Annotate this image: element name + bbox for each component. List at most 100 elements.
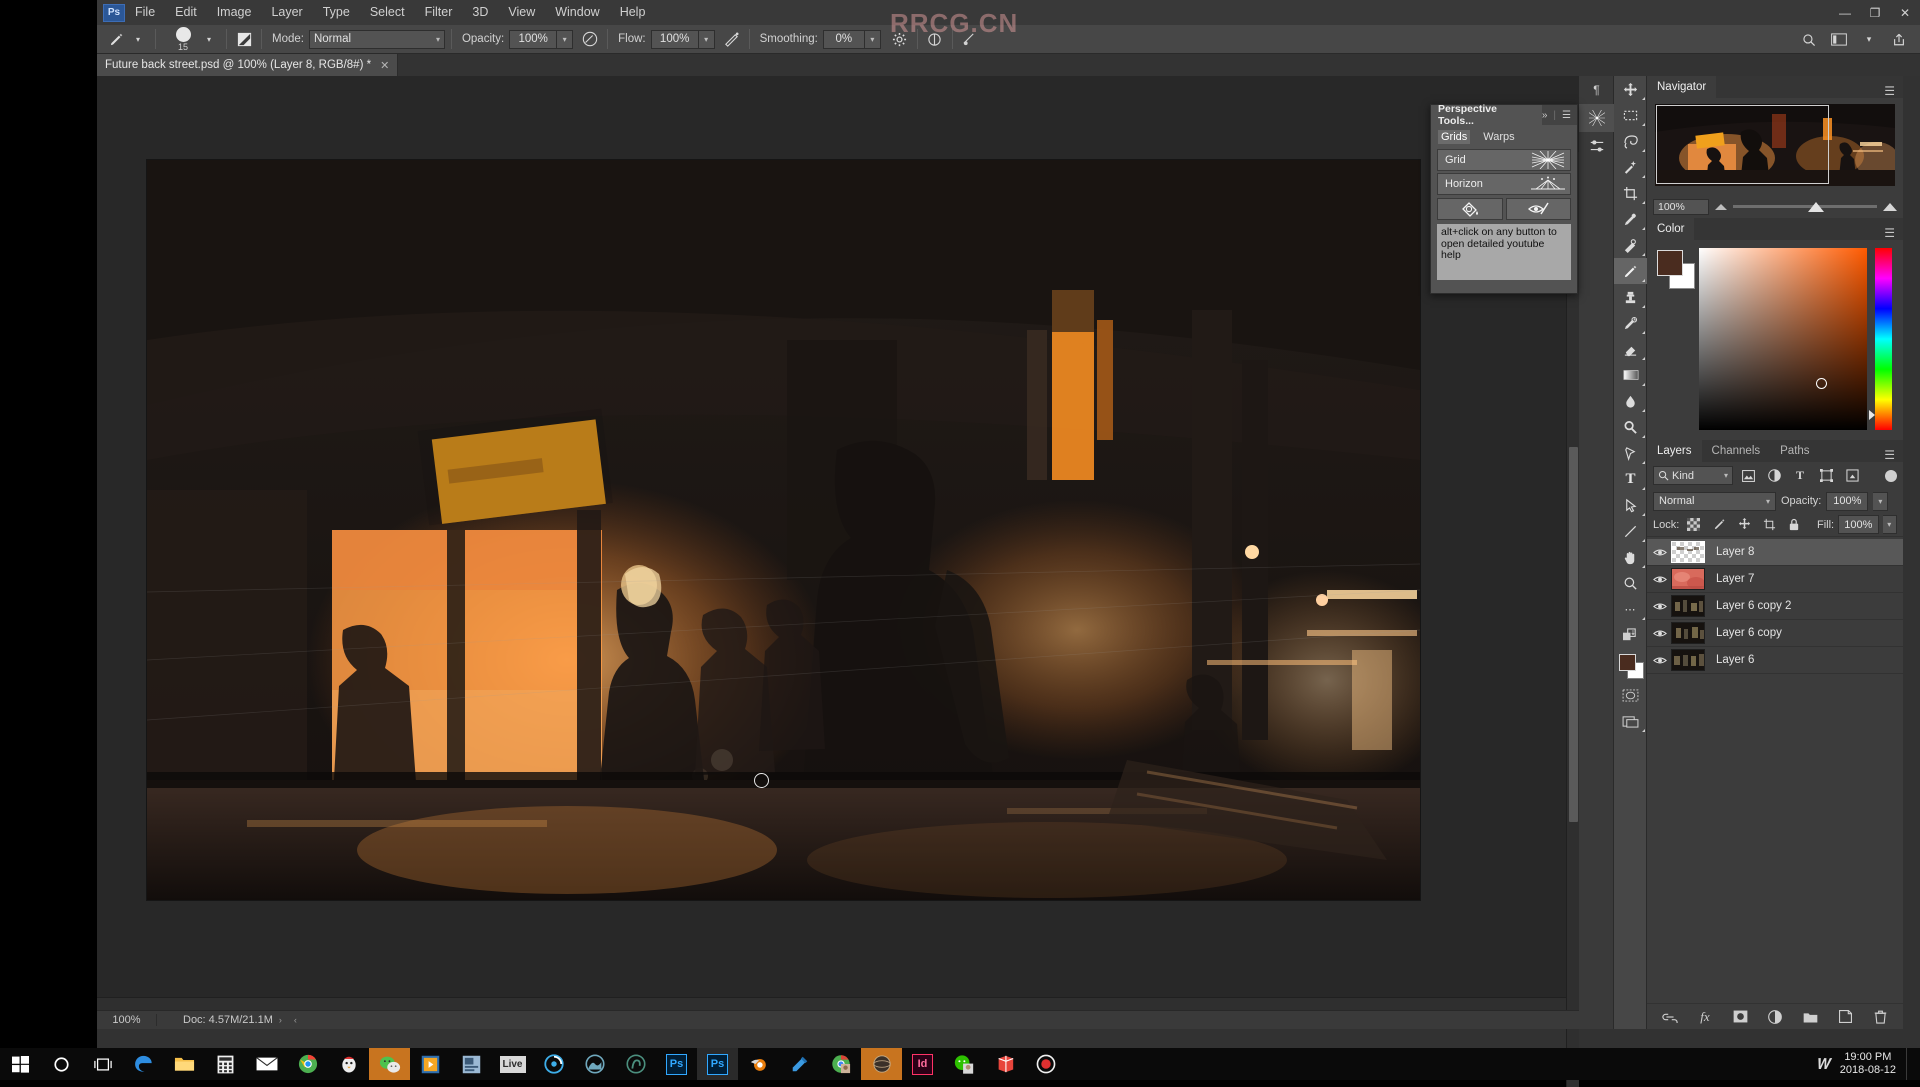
chrome-profile-icon[interactable] bbox=[820, 1048, 861, 1080]
start-button[interactable] bbox=[0, 1048, 41, 1080]
screen-capture-icon[interactable] bbox=[451, 1048, 492, 1080]
edge-browser-icon[interactable] bbox=[123, 1048, 164, 1080]
airbrush-toggle-icon[interactable] bbox=[721, 28, 743, 50]
crop-tool[interactable] bbox=[1614, 180, 1647, 206]
delete-layer-icon[interactable] bbox=[1871, 1008, 1889, 1026]
layer-mask-icon[interactable] bbox=[1731, 1008, 1749, 1026]
lock-position-icon[interactable] bbox=[1734, 515, 1755, 534]
perspective-tab-grids[interactable]: Grids bbox=[1438, 130, 1470, 144]
pen-tool[interactable] bbox=[1614, 440, 1647, 466]
close-button[interactable]: ✕ bbox=[1890, 0, 1920, 25]
eye-slash-perspective-icon[interactable] bbox=[1506, 198, 1572, 220]
status-zoom-level[interactable]: 100% bbox=[97, 1014, 157, 1026]
edit-toolbar-ellipsis-icon[interactable]: ⋯ bbox=[1614, 596, 1647, 622]
zoom-in-icon[interactable] bbox=[1883, 203, 1897, 211]
layer-visibility-icon[interactable] bbox=[1649, 547, 1671, 558]
eraser-tool[interactable] bbox=[1614, 336, 1647, 362]
perspective-horizon-row[interactable]: Horizon bbox=[1437, 173, 1571, 195]
media-player-icon[interactable] bbox=[410, 1048, 451, 1080]
qq-icon[interactable] bbox=[328, 1048, 369, 1080]
zoom-out-icon[interactable] bbox=[1715, 204, 1727, 210]
line-shape-tool[interactable] bbox=[1614, 518, 1647, 544]
status-next-icon[interactable]: › bbox=[273, 1015, 288, 1025]
hamburger-menu-icon[interactable]: ☰ bbox=[1562, 110, 1571, 121]
calculator-icon[interactable] bbox=[205, 1048, 246, 1080]
wechat-icon[interactable] bbox=[369, 1048, 410, 1080]
hand-tool[interactable] bbox=[1614, 544, 1647, 570]
layer-opacity-caret-icon[interactable]: ▾ bbox=[1873, 492, 1888, 511]
layer-fill-caret-icon[interactable]: ▾ bbox=[1883, 515, 1897, 534]
adjustment-layer-icon[interactable] bbox=[1766, 1008, 1784, 1026]
file-explorer-icon[interactable] bbox=[164, 1048, 205, 1080]
smoothing-input[interactable]: 0% bbox=[823, 30, 865, 49]
lasso-tool[interactable] bbox=[1614, 128, 1647, 154]
foreground-color-swatch[interactable] bbox=[1657, 250, 1683, 276]
table-row[interactable]: Layer 6 bbox=[1647, 647, 1903, 674]
table-row[interactable]: Layer 8 bbox=[1647, 539, 1903, 566]
lock-all-icon[interactable] bbox=[1784, 515, 1805, 534]
foreground-color-swatch[interactable] bbox=[1619, 654, 1636, 671]
marquee-tool[interactable] bbox=[1614, 102, 1647, 128]
layer-visibility-icon[interactable] bbox=[1649, 628, 1671, 639]
layer-name[interactable]: Layer 8 bbox=[1708, 546, 1754, 558]
filter-smart-objects-icon[interactable] bbox=[1841, 466, 1863, 485]
opacity-caret-icon[interactable]: ▾ bbox=[557, 30, 573, 49]
healing-brush-tool[interactable] bbox=[1614, 232, 1647, 258]
fx-icon[interactable]: fx bbox=[1696, 1008, 1714, 1026]
layer-name[interactable]: Layer 6 bbox=[1708, 654, 1754, 666]
navigator-thumbnail[interactable] bbox=[1655, 104, 1895, 186]
brush-size-preview[interactable]: 15 bbox=[168, 27, 198, 52]
layer-blend-mode-select[interactable]: Normal ▾ bbox=[1653, 492, 1776, 511]
wechat-pc-icon[interactable] bbox=[943, 1048, 984, 1080]
menu-3d[interactable]: 3D bbox=[462, 0, 498, 25]
scrollbar-thumb[interactable] bbox=[1569, 447, 1578, 822]
brush-settings-caret-icon[interactable]: ▾ bbox=[198, 28, 220, 50]
perspective-tab-warps[interactable]: Warps bbox=[1480, 130, 1517, 144]
perspective-grid-row[interactable]: Grid bbox=[1437, 149, 1571, 171]
tablet-pressure-size-icon[interactable] bbox=[959, 28, 981, 50]
minimize-button[interactable]: — bbox=[1830, 0, 1860, 25]
new-layer-icon[interactable] bbox=[1836, 1008, 1854, 1026]
menu-select[interactable]: Select bbox=[360, 0, 415, 25]
lock-artboard-nesting-icon[interactable] bbox=[1759, 515, 1780, 534]
task-view-icon[interactable] bbox=[82, 1048, 123, 1080]
flow-input[interactable]: 100% bbox=[651, 30, 699, 49]
menu-help[interactable]: Help bbox=[610, 0, 656, 25]
quick-mask-swap-icon[interactable] bbox=[1614, 622, 1647, 648]
tab-color[interactable]: Color bbox=[1647, 218, 1694, 240]
close-icon[interactable]: ✕ bbox=[380, 59, 389, 72]
perspective-panel-tab[interactable]: Perspective Tools... bbox=[1431, 105, 1542, 125]
eyedropper-tool[interactable] bbox=[1614, 206, 1647, 232]
nuke-icon[interactable] bbox=[615, 1048, 656, 1080]
tab-navigator[interactable]: Navigator bbox=[1647, 76, 1716, 98]
hamburger-menu-icon[interactable]: ☰ bbox=[1876, 226, 1903, 240]
link-icon[interactable] bbox=[1661, 1008, 1679, 1026]
tab-channels[interactable]: Channels bbox=[1702, 440, 1771, 462]
smoothing-caret-icon[interactable]: ▾ bbox=[865, 30, 881, 49]
canvas-horizontal-scrollbar[interactable] bbox=[97, 997, 1566, 1010]
hue-slider[interactable] bbox=[1875, 248, 1892, 430]
table-row[interactable]: Layer 6 copy 2 bbox=[1647, 593, 1903, 620]
quick-selection-tool[interactable] bbox=[1614, 154, 1647, 180]
move-tool[interactable] bbox=[1614, 76, 1647, 102]
slider-thumb[interactable] bbox=[1808, 202, 1824, 212]
opacity-input[interactable]: 100% bbox=[509, 30, 557, 49]
paint-icon[interactable] bbox=[779, 1048, 820, 1080]
gradient-tool[interactable] bbox=[1614, 362, 1647, 388]
paint-bucket-perspective-icon[interactable] bbox=[1437, 198, 1503, 220]
menu-layer[interactable]: Layer bbox=[261, 0, 312, 25]
menu-view[interactable]: View bbox=[498, 0, 545, 25]
chevron-down-icon[interactable]: ▾ bbox=[1858, 29, 1880, 51]
adjustments-panel-icon[interactable] bbox=[1579, 132, 1614, 160]
history-brush-tool[interactable] bbox=[1614, 310, 1647, 336]
workspace-switcher-icon[interactable] bbox=[1828, 29, 1850, 51]
layer-fill-input[interactable]: 100% bbox=[1838, 515, 1878, 534]
layer-thumbnail[interactable] bbox=[1671, 622, 1705, 644]
document-tab[interactable]: Future back street.psd @ 100% (Layer 8, … bbox=[97, 54, 398, 76]
filter-pixel-layers-icon[interactable] bbox=[1737, 466, 1759, 485]
layer-name[interactable]: Layer 6 copy bbox=[1708, 627, 1782, 639]
filter-type-layers-icon[interactable]: T bbox=[1789, 466, 1811, 485]
foreground-background-color-swatches[interactable] bbox=[1614, 652, 1647, 682]
filter-adjustment-layers-icon[interactable] bbox=[1763, 466, 1785, 485]
layer-thumbnail[interactable] bbox=[1671, 595, 1705, 617]
